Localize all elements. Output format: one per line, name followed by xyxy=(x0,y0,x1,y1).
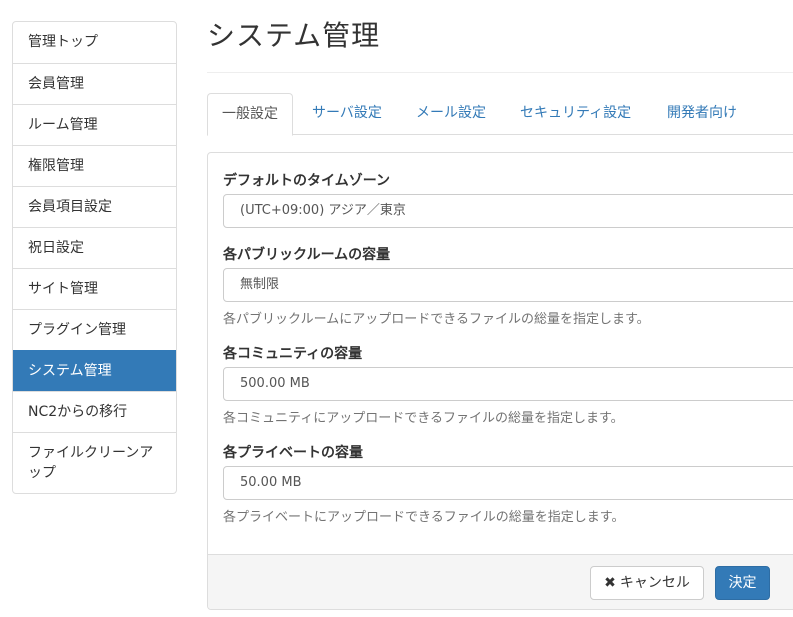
public-room-capacity-select[interactable]: 無制限 xyxy=(223,268,793,302)
tab-mail[interactable]: メール設定 xyxy=(416,93,486,135)
private-capacity-help: 各プライベートにアップロードできるファイルの総量を指定します。 xyxy=(223,510,625,525)
cancel-button-label: キャンセル xyxy=(619,575,690,591)
sidebar-item-plugins[interactable]: プラグイン管理 xyxy=(13,309,176,350)
tab-security[interactable]: セキュリティ設定 xyxy=(520,93,631,135)
page-title: システム管理 xyxy=(207,19,381,52)
tab-general[interactable]: 一般設定 xyxy=(207,93,293,136)
community-capacity-select[interactable]: 500.00 MB xyxy=(223,367,793,401)
community-capacity-help: 各コミュニティにアップロードできるファイルの総量を指定します。 xyxy=(223,411,624,426)
private-capacity-select[interactable]: 50.00 MB xyxy=(223,466,793,500)
sidebar-item-permissions[interactable]: 権限管理 xyxy=(13,145,176,186)
timezone-label: デフォルトのタイムゾーン xyxy=(223,173,391,189)
sidebar-item-site[interactable]: サイト管理 xyxy=(13,268,176,309)
close-icon: ✖ xyxy=(604,575,616,591)
tab-server[interactable]: サーバ設定 xyxy=(312,93,382,135)
settings-tabs: 一般設定 サーバ設定 メール設定 セキュリティ設定 開発者向け xyxy=(207,93,793,136)
title-divider xyxy=(207,72,793,73)
sidebar-item-rooms[interactable]: ルーム管理 xyxy=(13,104,176,145)
sidebar-item-admin-top[interactable]: 管理トップ xyxy=(13,22,176,63)
public-room-capacity-label: 各パブリックルームの容量 xyxy=(223,247,391,263)
community-capacity-label: 各コミュニティの容量 xyxy=(223,346,363,362)
sidebar-item-member-fields[interactable]: 会員項目設定 xyxy=(13,186,176,227)
sidebar-item-nc2-migration[interactable]: NC2からの移行 xyxy=(13,391,176,432)
settings-panel: デフォルトのタイムゾーン (UTC+09:00) アジア／東京 各パブリックルー… xyxy=(207,152,793,610)
admin-sidebar: 管理トップ 会員管理 ルーム管理 権限管理 会員項目設定 祝日設定 サイト管理 … xyxy=(12,21,177,494)
sidebar-item-file-cleanup[interactable]: ファイルクリーンアップ xyxy=(13,432,176,493)
panel-footer: ✖ キャンセル 決定 xyxy=(208,554,793,609)
public-room-capacity-help: 各パブリックルームにアップロードできるファイルの総量を指定します。 xyxy=(223,312,650,327)
cancel-button[interactable]: ✖ キャンセル xyxy=(590,566,704,600)
sidebar-item-holidays[interactable]: 祝日設定 xyxy=(13,227,176,268)
timezone-select[interactable]: (UTC+09:00) アジア／東京 xyxy=(223,194,793,228)
sidebar-item-system[interactable]: システム管理 xyxy=(13,350,176,391)
sidebar-item-members[interactable]: 会員管理 xyxy=(13,63,176,104)
submit-button[interactable]: 決定 xyxy=(715,566,770,600)
private-capacity-label: 各プライベートの容量 xyxy=(223,445,363,461)
tab-developer[interactable]: 開発者向け xyxy=(667,93,737,135)
